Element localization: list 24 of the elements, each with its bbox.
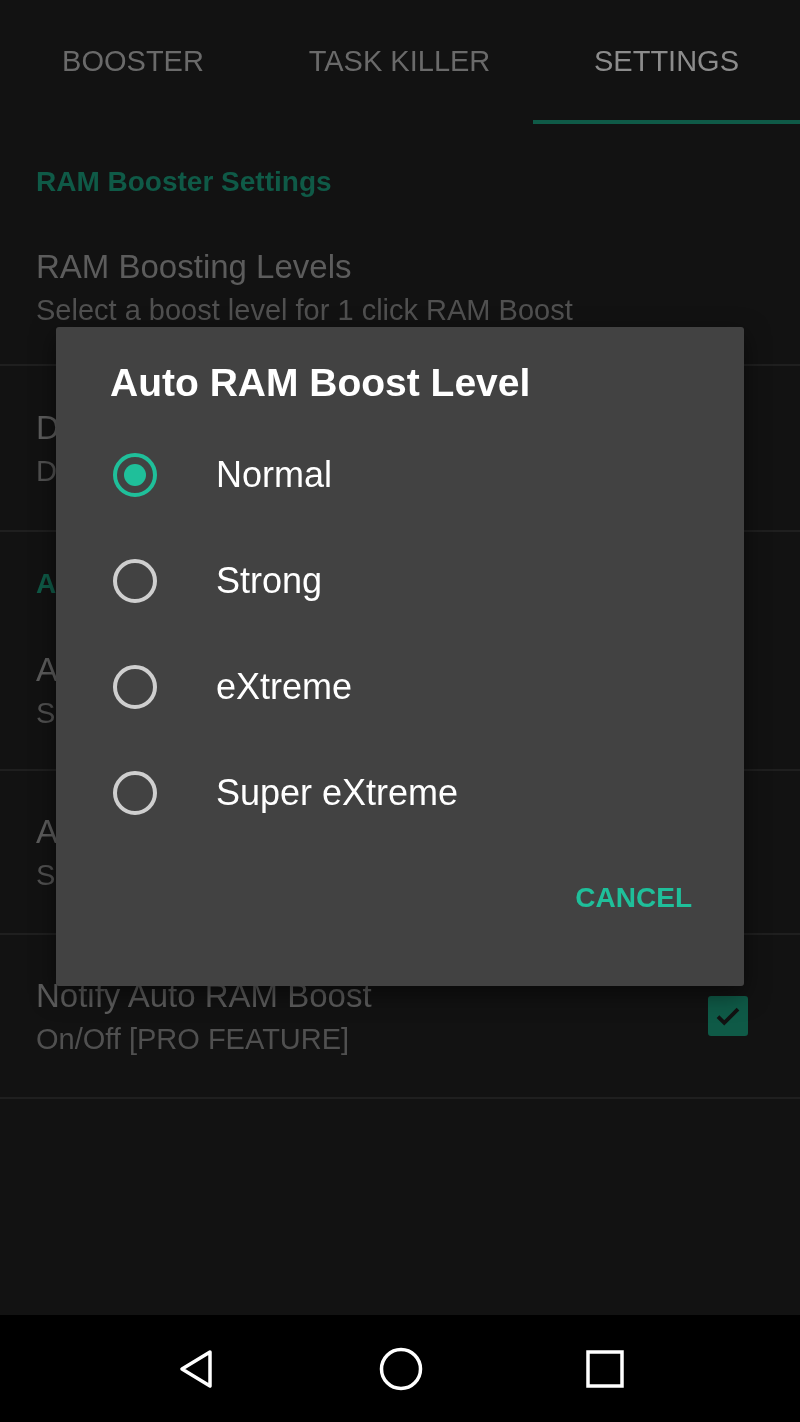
setting-subtitle: Select a boost level for 1 click RAM Boost [36, 293, 573, 327]
section-header: A [36, 568, 57, 601]
setting-subtitle: On/Off [PRO FEATURE] [36, 1022, 350, 1056]
cancel-button[interactable]: CANCEL [563, 874, 704, 922]
checkbox[interactable] [708, 996, 748, 1036]
radio-option[interactable]: Super eXtreme [56, 740, 744, 846]
setting-subtitle: S [36, 696, 56, 730]
setting-subtitle: D [36, 454, 57, 488]
radio-option[interactable]: Normal [56, 422, 744, 528]
tab[interactable]: SETTINGS [533, 0, 800, 124]
radio-button[interactable] [112, 664, 158, 710]
radio-option[interactable]: Strong [56, 528, 744, 634]
dialog-title: Auto RAM Boost Level [109, 361, 532, 405]
radio-button[interactable] [112, 770, 158, 816]
radio-button[interactable] [112, 558, 158, 604]
recents-icon[interactable] [585, 1349, 624, 1388]
radio-option[interactable]: eXtreme [56, 634, 744, 740]
setting-subtitle: S [36, 858, 56, 892]
section-header: RAM Booster Settings [36, 166, 332, 199]
setting-title: RAM Boosting Levels [36, 247, 352, 286]
setting-title: A [36, 812, 58, 851]
radio-button[interactable] [112, 452, 158, 498]
home-icon[interactable] [379, 1346, 423, 1391]
setting-title: A [36, 650, 58, 689]
